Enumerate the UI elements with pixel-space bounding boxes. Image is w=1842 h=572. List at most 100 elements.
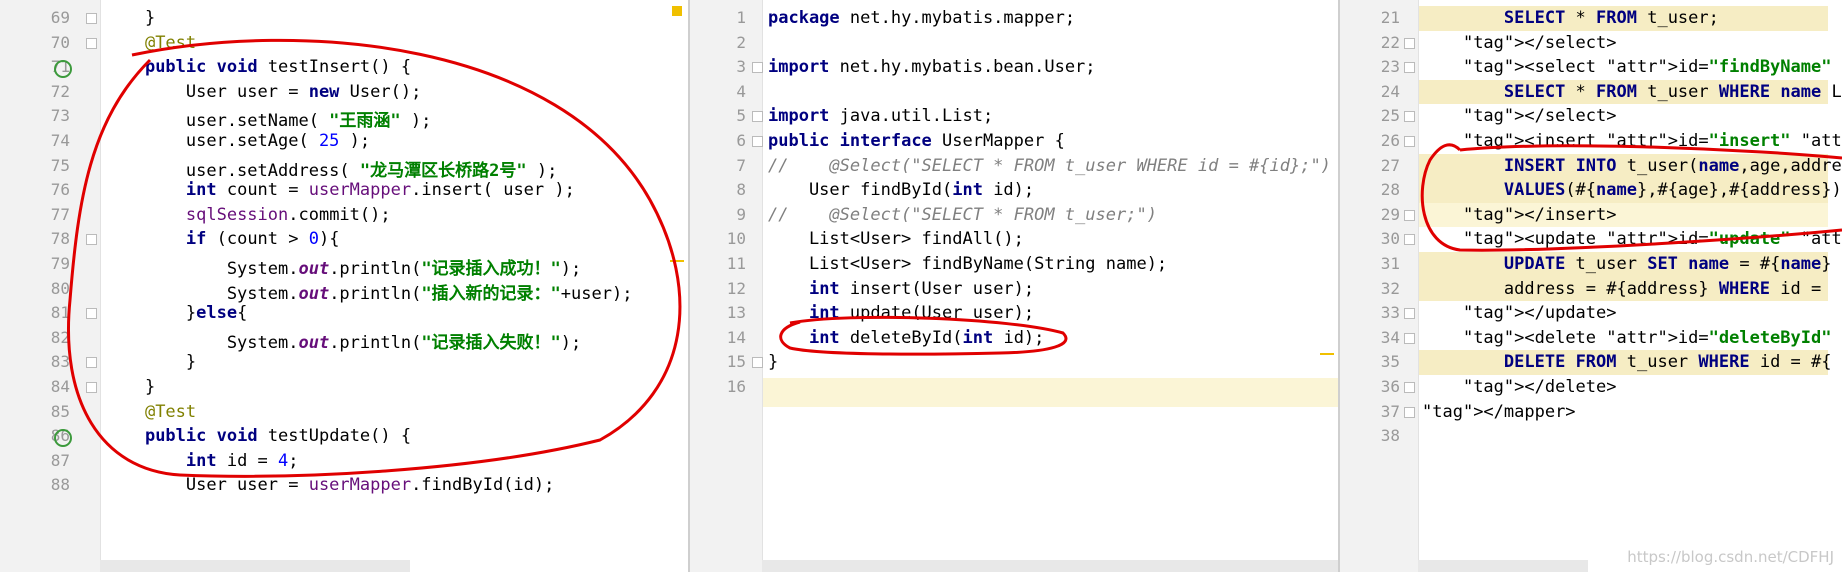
code-line[interactable]: // @Select("SELECT * FROM t_user WHERE i… [768, 156, 1331, 176]
code-line[interactable]: "tag"><update "attr">id="update" "attr">… [1422, 229, 1842, 249]
line-number: 76 [50, 180, 70, 200]
code-line[interactable]: user.setAddress( "龙马潭区长桥路2号" ); [104, 156, 557, 181]
code-line[interactable]: SELECT * FROM t_user; [1422, 8, 1719, 28]
fold-toggle-icon[interactable] [1404, 308, 1415, 320]
fold-toggle-icon[interactable] [86, 382, 97, 393]
code-line[interactable]: "tag"><select "attr">id="findByName" "at… [1422, 57, 1842, 77]
horizontal-scrollbar[interactable] [1418, 560, 1588, 572]
code-line[interactable]: public void testUpdate() { [104, 426, 411, 446]
line-number: 15 [726, 352, 746, 372]
change-marker [1320, 353, 1334, 355]
line-number: 37 [1380, 401, 1400, 421]
line-number: 83 [50, 352, 70, 372]
fold-toggle-icon[interactable] [752, 357, 763, 369]
code-line[interactable]: @Test [104, 402, 196, 422]
fold-toggle-icon[interactable] [1404, 382, 1415, 393]
code-line[interactable]: System.out.println("插入新的记录："+user); [104, 279, 633, 304]
fold-toggle-icon[interactable] [1404, 406, 1415, 418]
code-line[interactable]: } [104, 377, 155, 397]
line-number: 4 [736, 81, 746, 101]
line-number: 33 [1380, 303, 1400, 323]
horizontal-scrollbar[interactable] [762, 560, 1338, 572]
code-line[interactable]: int update(User user); [768, 303, 1034, 323]
line-number: 77 [50, 204, 70, 224]
warning-marker [672, 6, 682, 16]
code-line[interactable]: public void testInsert() { [104, 57, 411, 77]
code-line[interactable]: List<User> findAll(); [768, 229, 1024, 249]
line-number: 10 [726, 229, 746, 249]
line-number: 22 [1380, 32, 1400, 52]
code-line[interactable]: @Test [104, 33, 196, 53]
code-line[interactable]: "tag"><delete "attr">id="deleteById" par… [1422, 328, 1842, 348]
line-number: 35 [1380, 352, 1400, 372]
fold-toggle-icon[interactable] [86, 13, 97, 24]
code-line[interactable]: user.setAge( 25 ); [104, 131, 370, 151]
code-line[interactable]: }else{ [104, 303, 247, 323]
code-line[interactable]: public interface UserMapper { [768, 131, 1065, 151]
fold-toggle-icon[interactable] [752, 62, 763, 74]
code-line[interactable]: int insert(User user); [768, 279, 1034, 299]
fold-toggle-icon[interactable] [1404, 37, 1415, 49]
fold-toggle-icon[interactable] [86, 308, 97, 320]
fold-toggle-icon[interactable] [1404, 209, 1415, 221]
code-line[interactable]: User user = userMapper.findById(id); [104, 475, 554, 495]
code-line[interactable]: address = #{address} WHERE id = [1422, 279, 1831, 299]
line-number: 27 [1380, 155, 1400, 175]
code-line[interactable]: } [104, 8, 155, 28]
code-line[interactable]: "tag"></select> [1422, 33, 1617, 53]
code-line[interactable]: import java.util.List; [768, 106, 993, 126]
code-line[interactable]: sqlSession.commit(); [104, 205, 391, 225]
line-number: 28 [1380, 180, 1400, 200]
line-number: 9 [736, 204, 746, 224]
code-line[interactable]: "tag"></update> [1422, 303, 1617, 323]
code-line[interactable]: package net.hy.mybatis.mapper; [768, 8, 1075, 28]
code-line[interactable]: "tag"></mapper> [1422, 402, 1576, 422]
fold-toggle-icon[interactable] [752, 136, 763, 147]
fold-toggle-icon[interactable] [86, 234, 97, 246]
watermark: https://blog.csdn.net/CDFHJ [1627, 548, 1834, 566]
line-number: 31 [1380, 254, 1400, 273]
fold-toggle-icon[interactable] [752, 111, 763, 123]
code-line[interactable]: if (count > 0){ [104, 229, 340, 249]
fold-toggle-icon[interactable] [1404, 332, 1415, 344]
code-line[interactable]: int count = userMapper.insert( user ); [104, 180, 575, 200]
code-line[interactable]: "tag"><insert "attr">id="insert" "attr">… [1422, 131, 1842, 151]
line-number: 72 [50, 81, 70, 101]
code-line[interactable]: "tag"></insert> [1422, 205, 1617, 225]
code-line[interactable]: List<User> findByName(String name); [768, 254, 1167, 274]
fold-toggle-icon[interactable] [1404, 136, 1415, 147]
fold-toggle-icon[interactable] [86, 357, 97, 369]
line-number: 84 [50, 377, 70, 396]
line-number: 81 [50, 303, 70, 323]
code-line[interactable]: "tag"></delete> [1422, 377, 1617, 397]
code-line[interactable]: "tag"></select> [1422, 106, 1617, 126]
fold-toggle-icon[interactable] [1404, 62, 1415, 74]
horizontal-scrollbar[interactable] [100, 560, 410, 572]
editor-pane-mapper-interface[interactable]: 1 package net.hy.mybatis.mapper; 2 3 import … [690, 0, 1338, 572]
code-line[interactable]: user.setName( "王雨涵" ); [104, 106, 432, 131]
code-line[interactable]: // @Select("SELECT * FROM t_user;") [768, 205, 1157, 225]
code-line[interactable]: User user = new User(); [104, 82, 421, 102]
line-number: 87 [50, 450, 70, 470]
code-line[interactable]: } [768, 352, 778, 372]
fold-toggle-icon[interactable] [86, 37, 97, 49]
code-line[interactable]: User findById(int id); [768, 180, 1034, 200]
line-number: 1 [736, 8, 746, 27]
editor-pane-mapper-xml[interactable]: 21 SELECT * FROM t_user; 22 "tag"></selec… [1340, 0, 1842, 572]
code-line[interactable]: int deleteById(int id); [768, 328, 1044, 348]
code-line[interactable]: UPDATE t_user SET name = #{name} [1422, 254, 1832, 274]
code-line[interactable]: int id = 4; [104, 451, 299, 471]
code-line[interactable]: VALUES(#{name},#{age},#{address}) [1422, 180, 1842, 200]
line-number: 16 [726, 377, 746, 396]
code-line[interactable]: SELECT * FROM t_user WHERE name L [1422, 82, 1842, 102]
code-line[interactable]: } [104, 352, 196, 372]
editor-pane-test-class[interactable]: 69 } 70 @Test 71 public void testInsert() … [0, 0, 688, 572]
code-line[interactable]: System.out.println("记录插入成功！"); [104, 254, 581, 279]
fold-toggle-icon[interactable] [1404, 234, 1415, 246]
code-line[interactable]: INSERT INTO t_user(name,age,addre [1422, 156, 1842, 176]
fold-toggle-icon[interactable] [1404, 111, 1415, 123]
code-line[interactable]: System.out.println("记录插入失败！"); [104, 328, 581, 353]
code-line[interactable]: import net.hy.mybatis.bean.User; [768, 57, 1096, 77]
line-number: 73 [50, 106, 70, 126]
code-line[interactable]: DELETE FROM t_user WHERE id = #{ [1422, 352, 1832, 372]
